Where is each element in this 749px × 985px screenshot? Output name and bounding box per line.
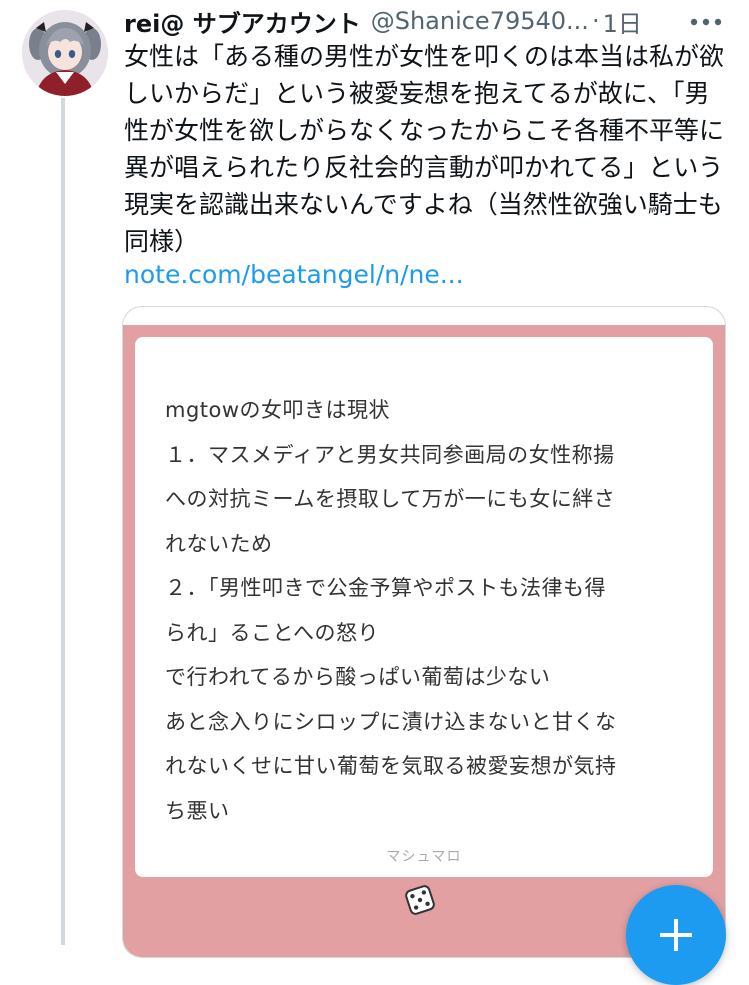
- more-options-icon[interactable]: [686, 10, 726, 34]
- compose-button[interactable]: [626, 885, 726, 985]
- avatar[interactable]: [22, 10, 108, 96]
- user-handle[interactable]: @Shanice79540...: [371, 7, 589, 35]
- card-line: ち悪い: [165, 798, 230, 823]
- card-line: あと念入りにシロップに漬け込まないと甘くな: [165, 709, 617, 734]
- card-message-box: mgtowの女叩きは現状 １．マスメディアと男女共同参画局の女性称揚 への対抗ミ…: [135, 337, 713, 877]
- tweet-header: rei@ サブアカウント @Shanice79540... · 1日: [124, 4, 730, 38]
- card-line: られ」ることへの怒り: [165, 620, 379, 645]
- link-preview-card[interactable]: mgtowの女叩きは現状 １．マスメディアと男女共同参画局の女性称揚 への対抗ミ…: [122, 306, 726, 958]
- card-line: mgtowの女叩きは現状: [165, 398, 391, 422]
- card-source-label: マシュマロ: [386, 849, 462, 865]
- timestamp[interactable]: 1日: [603, 4, 642, 39]
- card-line: への対抗ミームを摂取して万が一にも女に絆さ: [165, 487, 616, 511]
- tweet-text: 女性は「ある種の男性が女性を叩くのは本当は私が欲しいからだ」という被愛妄想を抱え…: [124, 42, 725, 256]
- separator-dot: ·: [591, 7, 600, 35]
- plus-icon: [660, 919, 692, 951]
- dice-icon: [401, 881, 439, 919]
- tweet-link[interactable]: note.com/beatangel/n/ne...: [124, 256, 464, 293]
- card-line: １．マスメディアと男女共同参画局の女性称揚: [165, 442, 615, 467]
- card-message-text: mgtowの女叩きは現状 １．マスメディアと男女共同参画局の女性称揚 への対抗ミ…: [165, 388, 695, 833]
- thread-line: [61, 98, 65, 945]
- card-line: れないくせに甘い葡萄を気取る被愛妄想が気持: [165, 754, 617, 778]
- card-line: で行われてるから酸っぱい葡萄は少ない: [165, 665, 551, 689]
- card-line: ２．「男性叩きで公金予算やポストも法律も得: [165, 576, 606, 600]
- display-name[interactable]: rei@ サブアカウント: [124, 4, 361, 39]
- card-line: れないため: [165, 531, 273, 556]
